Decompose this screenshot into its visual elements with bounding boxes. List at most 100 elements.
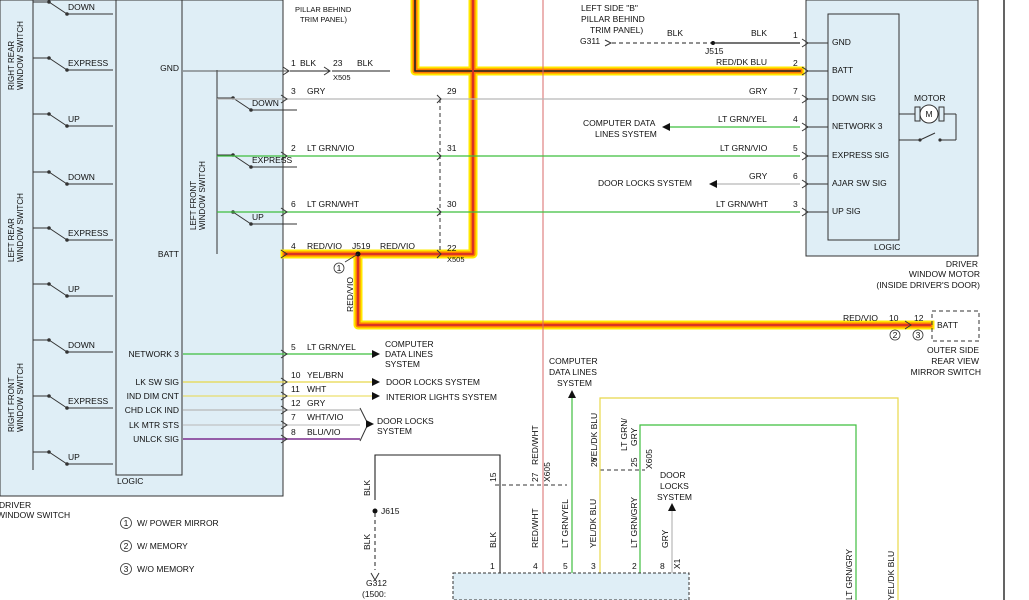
x505-pin-31: 31 xyxy=(447,143,457,153)
switch-caption-1: DRIVER xyxy=(0,500,31,510)
terminal-lk-mtr-sts: LK MTR STS xyxy=(129,420,179,430)
lower-dest-11: INTERIOR LIGHTS SYSTEM xyxy=(386,392,497,402)
pillar-b-ground: LEFT SIDE "B" PILLAR BEHIND TRIM PANEL) … xyxy=(580,3,800,56)
lower-pin-7: 7 xyxy=(291,412,296,422)
x605-label-2: X605 xyxy=(644,449,654,469)
bottom-label-red-wht: RED/WHT xyxy=(530,508,540,548)
x505-pin-30: 30 xyxy=(447,199,457,209)
bottom-pin-2: 2 xyxy=(632,561,637,571)
switch-title-right-rear-1: RIGHT REAR xyxy=(7,41,16,90)
pin-2: 2 xyxy=(291,143,296,153)
lower-wire-10: YEL/BRN xyxy=(307,370,343,380)
legend-num-2: 2 xyxy=(124,541,129,551)
switch-position-label: EXPRESS xyxy=(68,58,108,68)
ground-g312: G312 xyxy=(366,578,387,588)
motor-pin-7: 7 xyxy=(793,86,798,96)
switch-position-label: EXPRESS xyxy=(68,396,108,406)
motor-pin-3: 3 xyxy=(793,199,798,209)
bottom-label-blk: BLK xyxy=(488,532,498,548)
motor-pin-2: 2 xyxy=(793,58,798,68)
door-locks-bottom-2: LOCKS xyxy=(660,481,689,491)
terminal-ind-dim-cnt: IND DIM CNT xyxy=(127,391,179,401)
legend-text-2: W/ MEMORY xyxy=(137,541,188,551)
pillar-b-line2: PILLAR BEHIND xyxy=(581,14,645,24)
lt-grn-gry-top-label-2: GRY xyxy=(629,427,639,446)
computer-data-lines-2: DATA LINES xyxy=(385,349,433,359)
motor-wire-3: LT GRN/WHT xyxy=(716,199,768,209)
driver-window-motor: LOGIC GND BATT DOWN SIG NETWORK 3 EXPRES… xyxy=(801,0,980,290)
switch-title-left-rear-1: LEFT REAR xyxy=(7,218,16,262)
motor-terminal-network3: NETWORK 3 xyxy=(832,121,883,131)
legend-text-3: W/O MEMORY xyxy=(137,564,195,574)
motor-terminal-express-sig: EXPRESS SIG xyxy=(832,150,889,160)
lower-wire-11: WHT xyxy=(307,384,326,394)
note-2-num: 2 xyxy=(893,330,898,340)
pin-3: 3 xyxy=(291,86,296,96)
mirror-wire-label: RED/VIO xyxy=(843,313,878,323)
lt-grn-gry-top-label-1: LT GRN/ xyxy=(619,418,629,451)
motor-terminal-up-sig: UP SIG xyxy=(832,206,861,216)
x505-pin-22: 22 xyxy=(447,243,457,253)
motor-wire-5: LT GRN/VIO xyxy=(720,143,768,153)
motor-terminal-ajar-sw-sig: AJAR SW SIG xyxy=(832,178,887,188)
lower-wire-7: WHT/VIO xyxy=(307,412,344,422)
splice-j515: J515 xyxy=(705,46,724,56)
mirror-batt-label: BATT xyxy=(937,320,958,330)
driver-window-switch: LOGIC DRIVER WINDOW SWITCH RIGHT REAR WI… xyxy=(0,0,297,520)
pillar-b-wire-left: BLK xyxy=(667,28,683,38)
switch-title-left-front-2: WINDOW SWITCH xyxy=(198,161,207,230)
terminal-chd-lck-ind: CHD LCK IND xyxy=(125,405,179,415)
terminal-gnd: GND xyxy=(160,63,179,73)
x605-label-1: X605 xyxy=(542,462,552,482)
door-locks-bracket-1: DOOR LOCKS xyxy=(377,416,434,426)
bottom-label-gry: GRY xyxy=(660,529,670,548)
ground-g312-sub: (1500: xyxy=(362,589,386,599)
terminal-network3: NETWORK 3 xyxy=(128,349,179,359)
motor-symbol-letter: M xyxy=(925,109,932,119)
x505-label-bottom: X505 xyxy=(447,255,465,264)
cdl-top-2: DATA LINES xyxy=(549,367,597,377)
bottom-pin-8: 8 xyxy=(660,561,665,571)
motor-caption-2: WINDOW MOTOR xyxy=(909,269,980,279)
cdl-top-1: COMPUTER xyxy=(549,356,598,366)
motor-dest-4a: COMPUTER DATA xyxy=(583,118,656,128)
motor-wire-4: LT GRN/YEL xyxy=(718,114,767,124)
note-3-num: 3 xyxy=(916,330,921,340)
lower-pin-5: 5 xyxy=(291,342,296,352)
pin-1-gnd: 1 xyxy=(291,58,296,68)
x605-pin-25: 25 xyxy=(629,457,639,467)
switch-title-right-front-1: RIGHT FRONT xyxy=(7,377,16,432)
lower-wire-8: BLU/VIO xyxy=(307,427,341,437)
terminal-lk-sw-sig: LK SW SIG xyxy=(136,377,179,387)
door-locks-bottom-1: DOOR xyxy=(660,470,686,480)
x505-gnd-wire: BLK xyxy=(357,58,373,68)
x505-pin-23: 23 xyxy=(333,58,343,68)
motor-pin-5: 5 xyxy=(793,143,798,153)
lower-pin-12: 12 xyxy=(291,398,301,408)
lower-dest-10: DOOR LOCKS SYSTEM xyxy=(386,377,480,387)
bottom-x1-label: X1 xyxy=(672,558,682,569)
mirror-pin-left: 10 xyxy=(889,313,899,323)
pillar-b-wire-right: BLK xyxy=(751,28,767,38)
red-wht-top-label: RED/WHT xyxy=(530,425,540,465)
splice-j519: J519 xyxy=(352,241,371,251)
computer-data-lines-1: COMPUTER xyxy=(385,339,434,349)
bottom-connector xyxy=(452,572,690,600)
lower-pin-11: 11 xyxy=(291,384,300,394)
mirror-caption-2: REAR VIEW xyxy=(931,356,979,366)
splice-j615: J615 xyxy=(381,506,400,516)
bottom-pin-1: 1 xyxy=(490,561,495,571)
bottom-blk-bottom: BLK xyxy=(362,534,372,550)
left-front-position-label: UP xyxy=(252,212,264,222)
pillar-b-line3: TRIM PANEL) xyxy=(590,25,643,35)
bottom-label-yel-dk-blu-right: YEL/DK BLU xyxy=(886,551,896,600)
terminal-batt: BATT xyxy=(158,249,179,259)
cdl-top-3: SYSTEM xyxy=(557,378,592,388)
bottom-label-lt-grn-yel: LT GRN/YEL xyxy=(560,499,570,548)
mirror-caption-3: MIRROR SWITCH xyxy=(911,367,981,377)
note-1-marker-num: 1 xyxy=(337,263,342,273)
motor-pin-6: 6 xyxy=(793,171,798,181)
yel-dk-blu-top-label: YEL/DK BLU xyxy=(589,413,599,462)
x505-pin-29: 29 xyxy=(447,86,457,96)
switch-title-left-front-1: LEFT FRONT xyxy=(189,181,198,230)
